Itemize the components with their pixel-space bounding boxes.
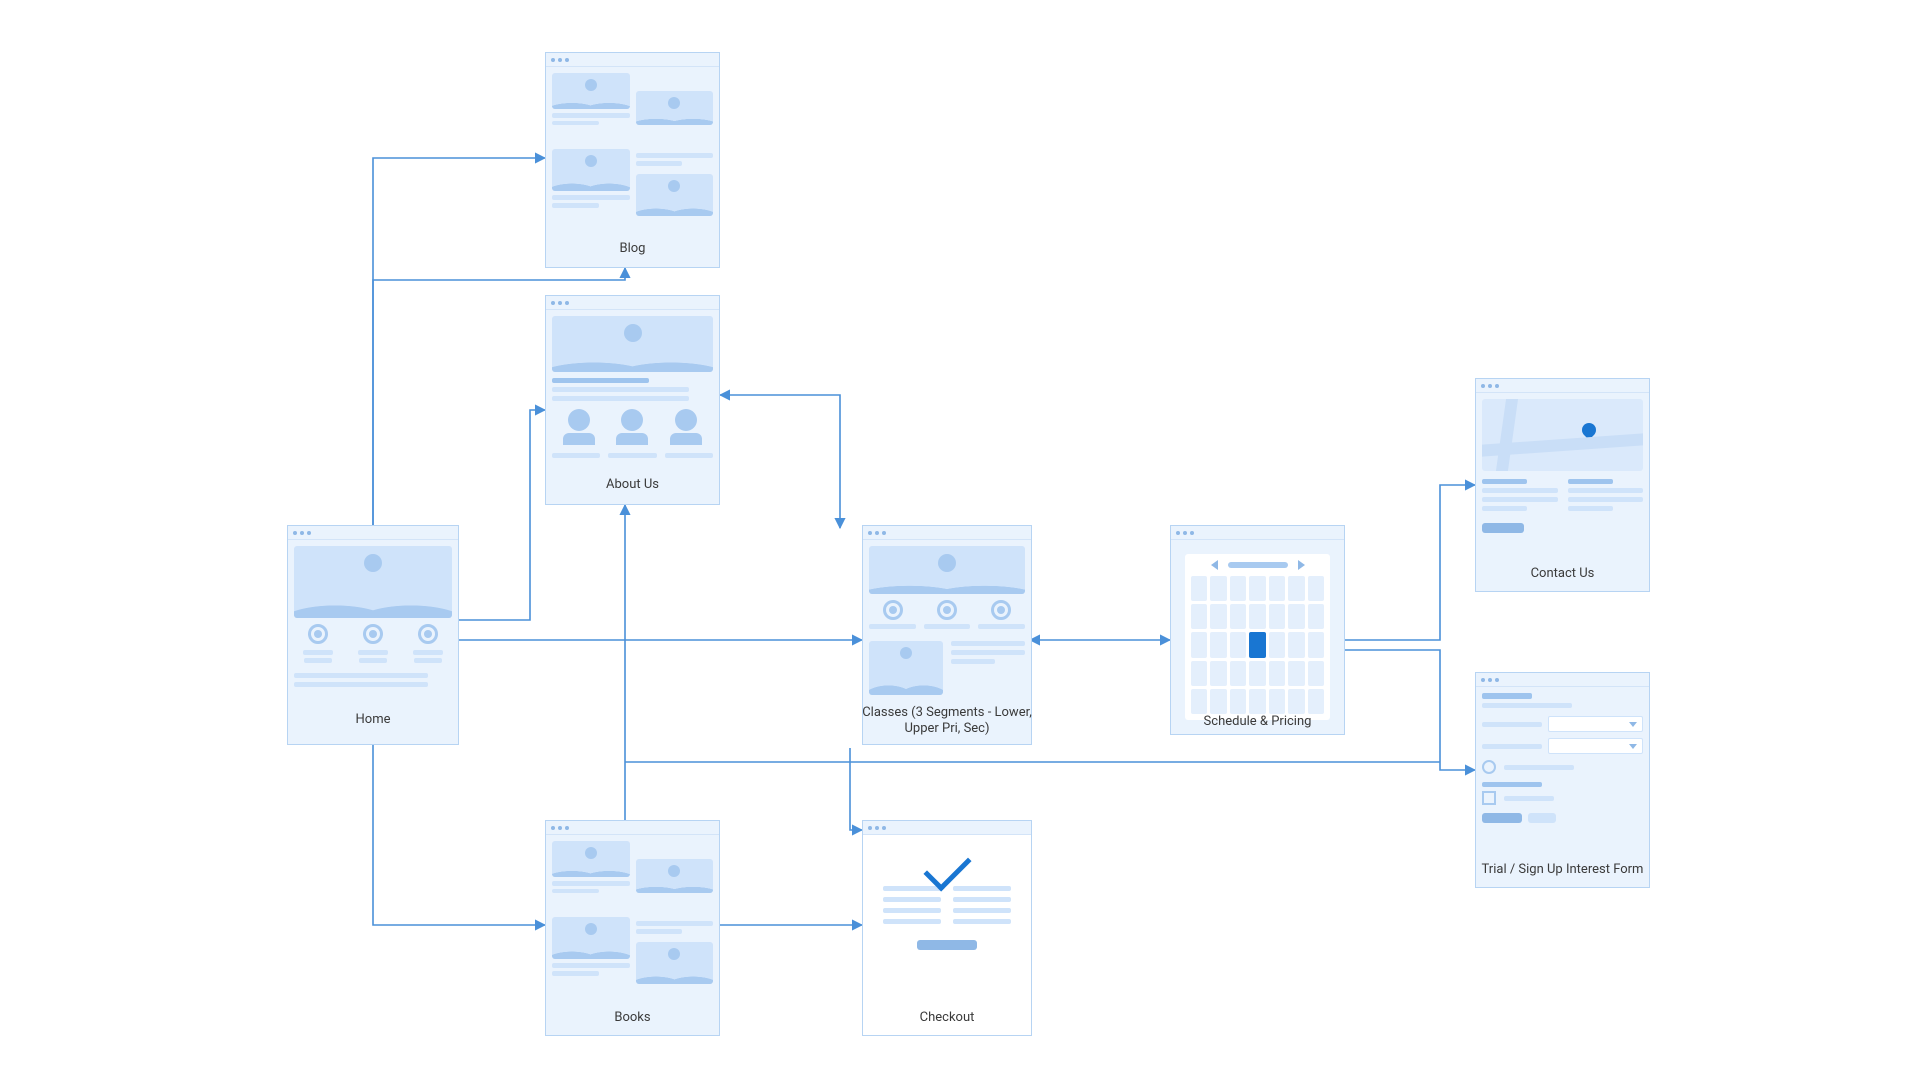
window-dots <box>546 296 719 310</box>
edge-home-books <box>373 745 545 925</box>
label-about: About Us <box>545 477 720 492</box>
select-input-icon <box>1548 738 1643 754</box>
edge-about-classes <box>720 395 840 528</box>
sitemap-canvas: Home Blog About Us <box>0 0 1920 1080</box>
node-books[interactable] <box>545 820 720 1036</box>
node-about-us[interactable] <box>545 295 720 505</box>
label-checkout: Checkout <box>862 1010 1032 1025</box>
person-icon <box>621 409 643 431</box>
node-contact-us[interactable] <box>1475 378 1650 592</box>
edge-home-about <box>459 410 545 620</box>
chevron-left-icon <box>1211 560 1218 570</box>
label-blog: Blog <box>545 241 720 256</box>
window-dots <box>863 526 1031 540</box>
calendar-icon <box>1185 554 1330 720</box>
feature-icon <box>308 624 328 644</box>
window-dots <box>1171 526 1344 540</box>
edge-home-blog-top <box>373 158 545 536</box>
feature-icon <box>418 624 438 644</box>
person-icon <box>568 409 590 431</box>
window-dots <box>546 821 719 835</box>
radio-icon <box>1482 760 1496 774</box>
edge-schedule-trial <box>1345 650 1475 770</box>
feature-icon <box>937 600 957 620</box>
edge-classes-checkout <box>850 748 862 830</box>
label-contact: Contact Us <box>1475 566 1650 581</box>
chevron-right-icon <box>1298 560 1305 570</box>
feature-icon <box>883 600 903 620</box>
checkbox-icon <box>1482 791 1496 805</box>
label-books: Books <box>545 1010 720 1025</box>
window-dots <box>288 526 458 540</box>
label-trial: Trial / Sign Up Interest Form <box>1475 862 1650 877</box>
select-input-icon <box>1548 716 1643 732</box>
window-dots <box>546 53 719 67</box>
node-checkout[interactable] <box>862 820 1032 1036</box>
feature-icon <box>363 624 383 644</box>
window-dots <box>1476 379 1649 393</box>
label-home: Home <box>287 712 459 727</box>
label-classes: Classes (3 Segments - Lower, Upper Pri, … <box>862 705 1032 738</box>
window-dots <box>1476 673 1649 687</box>
checkmark-icon <box>923 843 971 891</box>
node-schedule-pricing[interactable] <box>1170 525 1345 735</box>
edge-schedule-contact <box>1345 485 1475 640</box>
label-schedule: Schedule & Pricing <box>1170 714 1345 729</box>
node-blog[interactable] <box>545 52 720 268</box>
node-trial-signup[interactable] <box>1475 672 1650 888</box>
map-icon <box>1482 399 1643 471</box>
person-icon <box>675 409 697 431</box>
feature-icon <box>991 600 1011 620</box>
map-pin-icon <box>1579 421 1599 441</box>
window-dots <box>863 821 1031 835</box>
